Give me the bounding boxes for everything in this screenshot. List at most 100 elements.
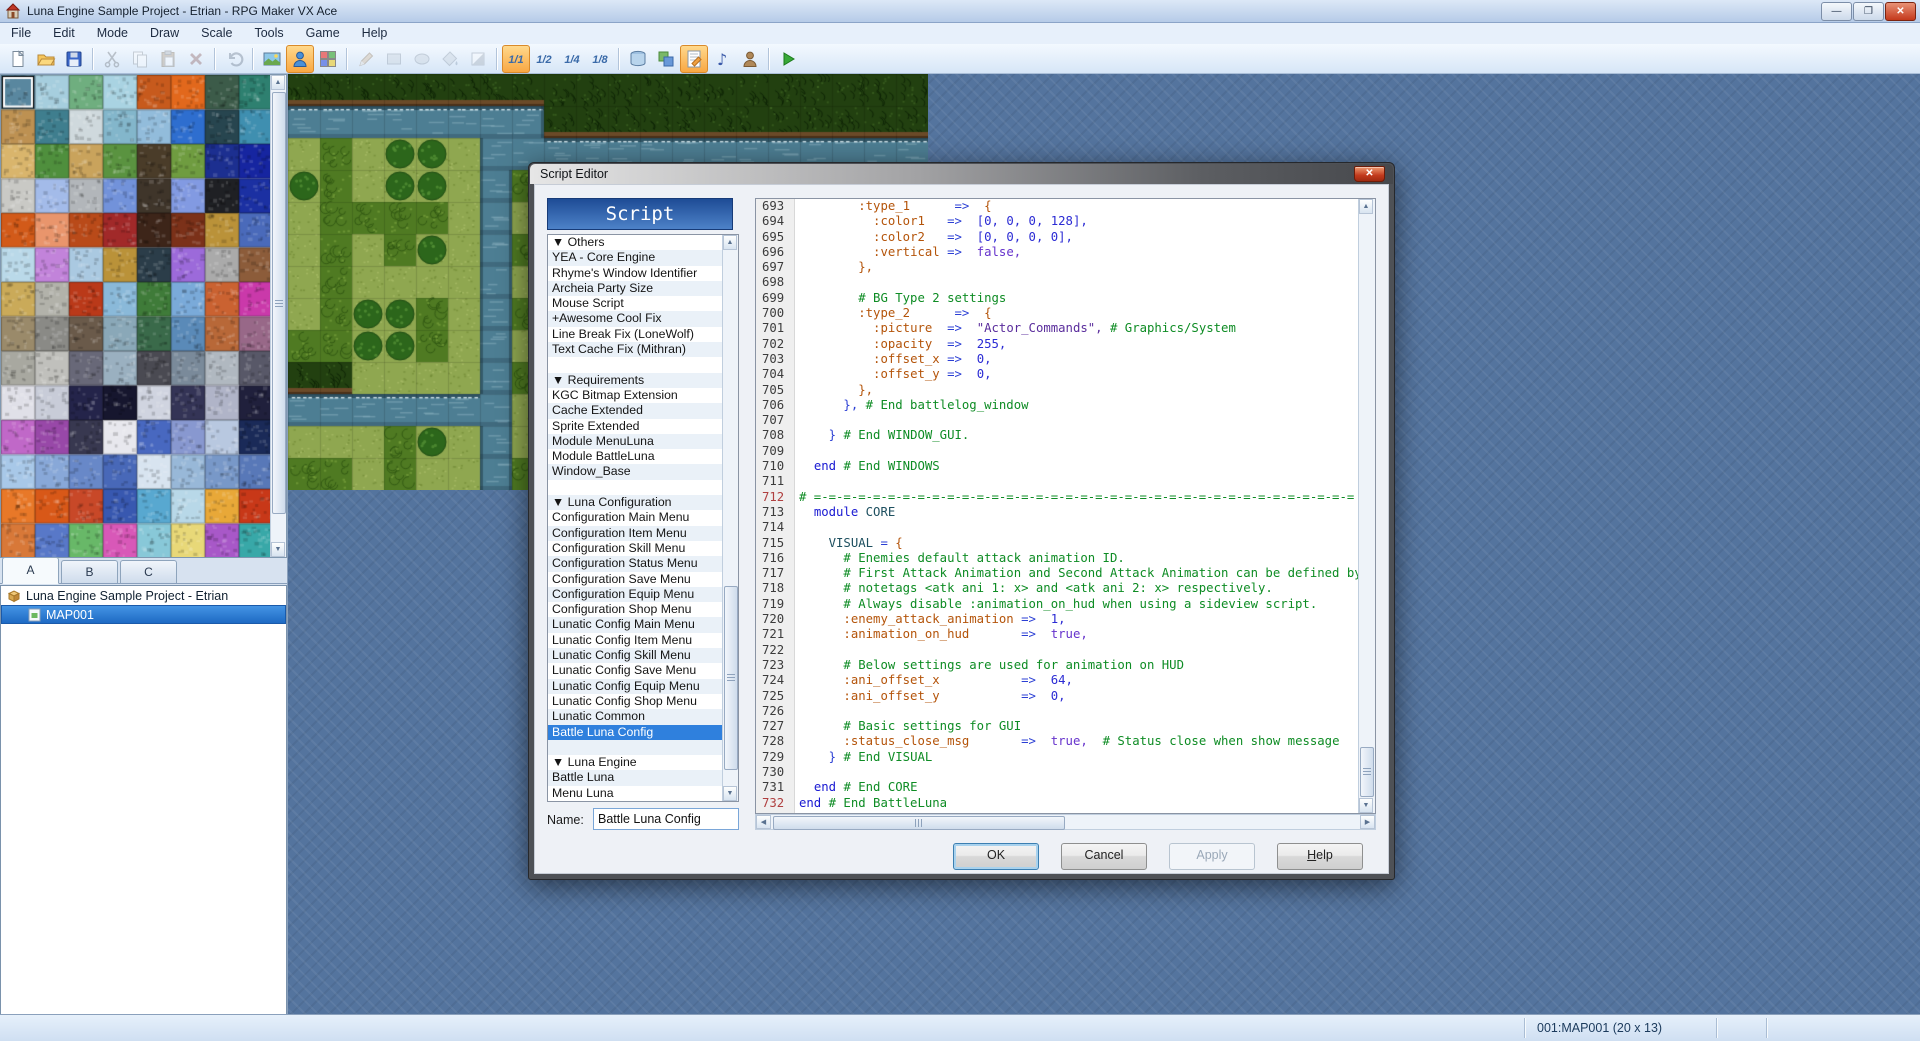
script-item-row[interactable]: Lunatic Common	[548, 709, 738, 724]
code-v-scrollbar[interactable]: ▲▼	[1358, 199, 1375, 813]
zoom-1-2-button[interactable]: 1/2	[530, 45, 558, 73]
dialog-close-icon[interactable]: ✕	[1354, 166, 1385, 182]
script-item-row[interactable]: Sprite Extended	[548, 419, 738, 434]
line-number: 706	[756, 398, 794, 413]
sound-test-button[interactable]: ♪	[708, 45, 736, 73]
zoom-1-8-button[interactable]: 1/8	[586, 45, 614, 73]
script-name-input[interactable]	[593, 808, 739, 830]
script-item-row[interactable]: Mouse Script	[548, 296, 738, 311]
code-editor[interactable]: 693 :type_1 => {694 :color1 => [0, 0, 0,…	[755, 198, 1376, 814]
script-item-row[interactable]: KGC Bitmap Extension	[548, 388, 738, 403]
script-item-row[interactable]: Configuration Shop Menu	[548, 602, 738, 617]
code-h-scroll-thumb[interactable]	[773, 816, 1065, 830]
scroll-up-arrow-icon[interactable]: ▲	[723, 235, 737, 250]
palette-tab-c[interactable]: C	[120, 560, 177, 583]
character-generator-button[interactable]	[736, 45, 764, 73]
palette-scroll-thumb[interactable]	[272, 92, 286, 514]
scroll-down-arrow-icon[interactable]: ▼	[271, 542, 285, 557]
tree-root-item[interactable]: Luna Engine Sample Project - Etrian	[1, 586, 286, 605]
palette-tab-b[interactable]: B	[61, 560, 118, 583]
line-number: 708	[756, 428, 794, 443]
script-item-row[interactable]: YEA - Core Engine	[548, 250, 738, 265]
close-button[interactable]: ✕	[1885, 2, 1916, 21]
cancel-button[interactable]: Cancel	[1061, 843, 1147, 870]
menu-item-game[interactable]: Game	[295, 23, 351, 44]
script-item-row[interactable]: Configuration Skill Menu	[548, 541, 738, 556]
scroll-right-arrow-icon[interactable]: ▶	[1360, 815, 1375, 829]
resource-manager-button[interactable]	[652, 45, 680, 73]
script-item-row[interactable]: Archeia Party Size	[548, 281, 738, 296]
script-item-row[interactable]: Lunatic Config Equip Menu	[548, 679, 738, 694]
playtest-button[interactable]	[774, 45, 802, 73]
menu-item-mode[interactable]: Mode	[86, 23, 139, 44]
map-mode-button[interactable]	[258, 45, 286, 73]
script-item-row[interactable]: Configuration Main Menu	[548, 510, 738, 525]
menu-item-draw[interactable]: Draw	[139, 23, 190, 44]
dialog-title-bar[interactable]: Script Editor ✕	[530, 164, 1393, 184]
open-project-button[interactable]	[32, 45, 60, 73]
zoom-1-4-button[interactable]: 1/4	[558, 45, 586, 73]
code-h-scrollbar[interactable]: ◀ ▶	[755, 814, 1376, 830]
script-list[interactable]: ▼ OthersYEA - Core EngineRhyme's Window …	[547, 234, 739, 802]
script-group-row[interactable]: ▼ Requirements	[548, 373, 738, 388]
scroll-left-arrow-icon[interactable]: ◀	[756, 815, 771, 829]
script-item-row[interactable]: +Awesome Cool Fix	[548, 311, 738, 326]
scroll-down-arrow-icon[interactable]: ▼	[723, 786, 737, 801]
code-line: 730	[756, 765, 1375, 780]
script-editor-button[interactable]	[680, 45, 708, 73]
scroll-up-arrow-icon[interactable]: ▲	[271, 75, 285, 90]
save-project-button[interactable]	[60, 45, 88, 73]
script-group-row[interactable]: ▼ Luna Configuration	[548, 495, 738, 510]
database-button[interactable]	[624, 45, 652, 73]
script-item-row[interactable]: Cache Extended	[548, 403, 738, 418]
script-scroll-thumb[interactable]	[724, 586, 738, 770]
script-item-row[interactable]: Lunatic Config Skill Menu	[548, 648, 738, 663]
script-item-row[interactable]: Module MenuLuna	[548, 434, 738, 449]
script-item-row[interactable]: Lunatic Config Save Menu	[548, 663, 738, 678]
script-item-row[interactable]: Rhyme's Window Identifier	[548, 266, 738, 281]
event-mode-button[interactable]	[286, 45, 314, 73]
palette-tab-a[interactable]: A	[2, 557, 59, 584]
code-line: 724 :ani_offset_x => 64,	[756, 673, 1375, 688]
zoom-1-1-button[interactable]: 1/1	[502, 45, 530, 73]
dialog-title: Script Editor	[540, 167, 608, 181]
script-item-row[interactable]: Menu Luna	[548, 786, 738, 801]
script-item-row[interactable]: Text Cache Fix (Mithran)	[548, 342, 738, 357]
tile-palette-canvas[interactable]	[1, 75, 273, 557]
ok-button[interactable]: OK	[953, 843, 1039, 870]
tile-palette[interactable]: ▲ ▼	[0, 74, 287, 558]
code-line: 701 :picture => "Actor_Commands", # Grap…	[756, 321, 1375, 336]
script-item-row[interactable]: Battle Luna Config	[548, 725, 738, 740]
new-project-button[interactable]	[4, 45, 32, 73]
menu-item-file[interactable]: File	[0, 23, 42, 44]
tree-map-item[interactable]: MAP001	[1, 605, 286, 624]
script-group-row[interactable]: ▼ Luna Engine	[548, 755, 738, 770]
minimize-button[interactable]: —	[1821, 2, 1852, 21]
code-scroll-thumb[interactable]	[1360, 747, 1374, 797]
maximize-button[interactable]: ❐	[1853, 2, 1884, 21]
sound-test-icon: ♪	[712, 49, 732, 69]
help-button[interactable]: Help	[1277, 843, 1363, 870]
script-item-row[interactable]: Window_Base	[548, 464, 738, 479]
menu-item-scale[interactable]: Scale	[190, 23, 243, 44]
script-item-row[interactable]: Battle Luna	[548, 770, 738, 785]
script-item-row[interactable]: Line Break Fix (LoneWolf)	[548, 327, 738, 342]
script-item-row[interactable]: Lunatic Config Item Menu	[548, 633, 738, 648]
menu-item-tools[interactable]: Tools	[243, 23, 294, 44]
menu-item-edit[interactable]: Edit	[42, 23, 86, 44]
script-item-row[interactable]: Lunatic Config Shop Menu	[548, 694, 738, 709]
scroll-up-arrow-icon[interactable]: ▲	[1359, 199, 1373, 214]
scroll-down-arrow-icon[interactable]: ▼	[1359, 798, 1373, 813]
script-item-row[interactable]: Lunatic Config Main Menu	[548, 617, 738, 632]
script-list-scrollbar[interactable]: ▲▼	[722, 235, 738, 801]
menu-item-help[interactable]: Help	[351, 23, 399, 44]
script-item-row[interactable]: Configuration Status Menu	[548, 556, 738, 571]
code-line: 698	[756, 275, 1375, 290]
script-item-row[interactable]: Configuration Equip Menu	[548, 587, 738, 602]
script-item-row[interactable]: Module BattleLuna	[548, 449, 738, 464]
region-mode-button[interactable]	[314, 45, 342, 73]
script-item-row[interactable]: Configuration Save Menu	[548, 572, 738, 587]
script-group-row[interactable]: ▼ Others	[548, 235, 738, 250]
palette-scrollbar[interactable]: ▲ ▼	[270, 75, 286, 557]
script-item-row[interactable]: Configuration Item Menu	[548, 526, 738, 541]
